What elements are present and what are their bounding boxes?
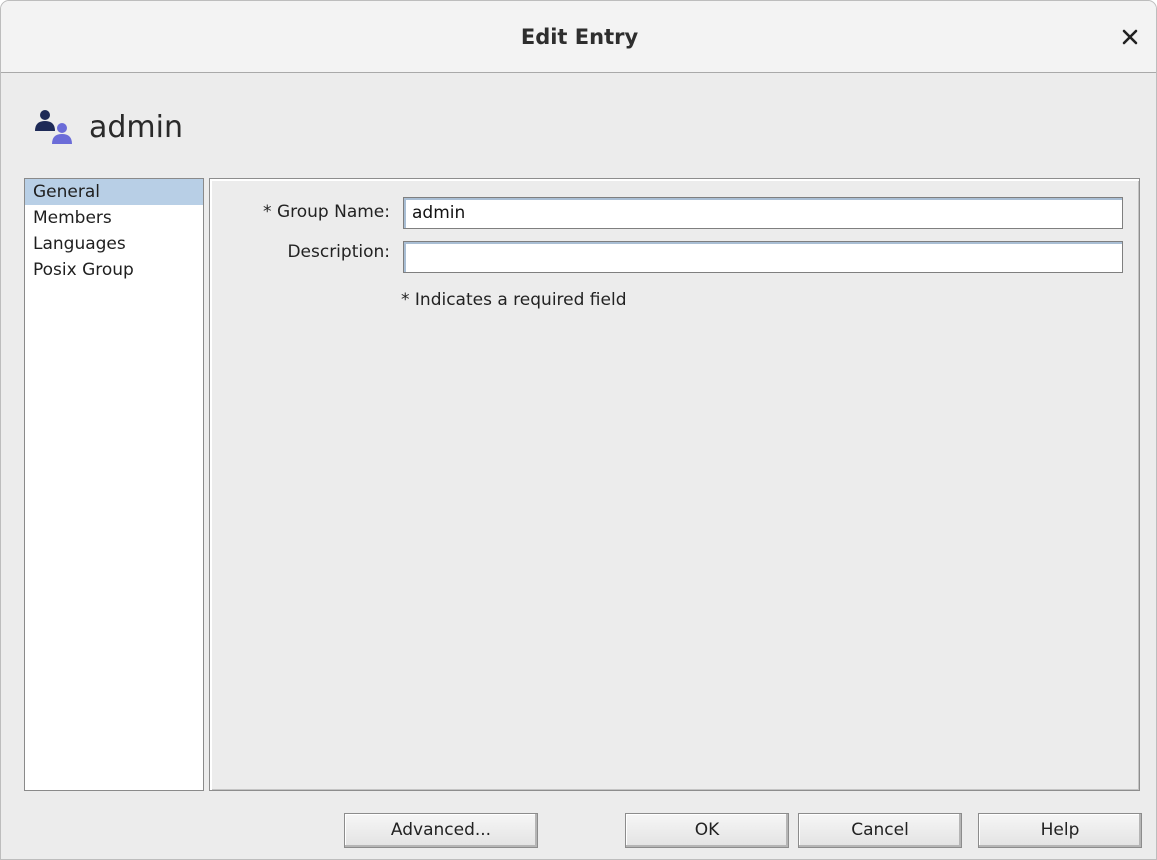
section-item-members[interactable]: Members [25, 205, 203, 231]
general-panel: * Group Name: Description: * Indicates a… [209, 178, 1140, 791]
section-item-general[interactable]: General [25, 179, 203, 205]
edit-entry-dialog: Edit Entry admin General Members Languag… [0, 0, 1157, 860]
close-icon [1122, 29, 1138, 45]
ok-button[interactable]: OK [625, 813, 789, 848]
section-list[interactable]: General Members Languages Posix Group [24, 178, 204, 791]
group-name-input[interactable] [403, 197, 1123, 229]
close-button[interactable] [1118, 25, 1142, 49]
section-item-languages[interactable]: Languages [25, 231, 203, 257]
help-button[interactable]: Help [978, 813, 1142, 848]
cancel-button[interactable]: Cancel [798, 813, 962, 848]
window-title: Edit Entry [520, 25, 639, 49]
entry-header: admin [31, 99, 183, 155]
title-bar[interactable]: Edit Entry [1, 1, 1156, 73]
advanced-button[interactable]: Advanced... [344, 813, 538, 848]
group-name-label: * Group Name: [263, 202, 390, 222]
entry-name: admin [89, 109, 183, 145]
group-icon [35, 110, 72, 144]
description-input[interactable] [403, 241, 1123, 273]
description-label: Description: [287, 242, 390, 262]
section-item-posix-group[interactable]: Posix Group [25, 257, 203, 283]
required-field-note: * Indicates a required field [401, 290, 627, 310]
